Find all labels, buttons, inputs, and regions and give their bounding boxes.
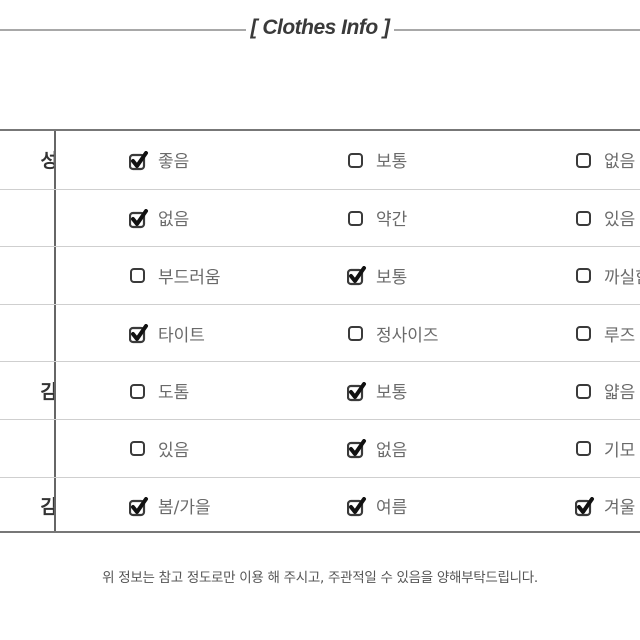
table-row: 없음 약간 있음 (0, 188, 640, 247)
checkbox-box (348, 326, 363, 342)
checkbox-box (348, 152, 363, 168)
row-label-text: 성 (40, 150, 54, 173)
checkbox-box (576, 210, 591, 226)
table-row: 성 좋음 보통 없음 (0, 131, 640, 189)
row-label (0, 190, 54, 247)
checkbox-empty-icon[interactable] (575, 151, 593, 169)
table-row: 감 봄/가을 여름 겨울 (0, 476, 640, 535)
checkbox-empty-icon[interactable] (347, 324, 365, 342)
option-unchecked[interactable]: 루즈 (575, 305, 635, 362)
option-label: 도톰 (158, 383, 190, 404)
option-unchecked[interactable]: 기모 (575, 420, 635, 477)
table-row: 감 도톰 보통 얇음 (0, 361, 640, 419)
option-label: 보통 (376, 152, 408, 173)
checkbox-checked-icon[interactable] (129, 324, 148, 344)
option-unchecked[interactable]: 없음 (575, 131, 635, 189)
option-checked[interactable]: 봄/가을 (129, 478, 211, 535)
clothes-info-table: 성좋음보통없음없음약간있음부드러움보통까실함타이트정사이즈루즈감도톰보통얇음있음… (0, 129, 640, 533)
checkbox-checked-icon[interactable] (129, 150, 148, 170)
table-row: 타이트 정사이즈 루즈 (0, 303, 640, 362)
title-divider-right (390, 29, 640, 31)
option-checked[interactable]: 없음 (347, 420, 407, 477)
row-label: 감 (0, 362, 54, 419)
row-label: 감 (0, 478, 54, 535)
disclaimer-note: 위 정보는 참고 정도로만 이용 해 주시고, 주관적일 수 있음을 양해부탁드… (102, 570, 538, 586)
checkbox-checked-icon[interactable] (347, 381, 366, 401)
section-title: [ Clothes Info ] (246, 16, 394, 40)
checkbox-box (130, 441, 145, 457)
checkbox-empty-icon[interactable] (575, 324, 593, 342)
option-label: 없음 (604, 152, 636, 173)
table-row: 있음 없음 기모 (0, 419, 640, 477)
row-label-text: 감 (40, 496, 54, 519)
option-label: 까실함 (604, 267, 640, 288)
checkbox-empty-icon[interactable] (347, 151, 365, 169)
option-unchecked[interactable]: 약간 (347, 190, 407, 247)
checkbox-box (576, 326, 591, 342)
option-checked[interactable]: 여름 (347, 478, 407, 535)
option-label: 약간 (376, 210, 408, 231)
checkbox-checked-icon[interactable] (129, 496, 148, 516)
option-checked[interactable]: 겨울 (575, 478, 635, 535)
title-divider-left (0, 29, 250, 31)
checkbox-empty-icon[interactable] (575, 439, 593, 457)
option-unchecked[interactable]: 정사이즈 (347, 305, 439, 362)
row-label (0, 420, 54, 477)
row-label-text: 감 (40, 381, 54, 404)
option-label: 루즈 (604, 325, 636, 346)
checkbox-empty-icon[interactable] (129, 266, 147, 284)
checkbox-box (576, 268, 591, 284)
row-label: 성 (0, 131, 54, 189)
checkbox-box (576, 383, 591, 399)
section-title-bar: [ Clothes Info ] (0, 14, 640, 46)
option-unchecked[interactable]: 있음 (129, 420, 189, 477)
option-checked[interactable]: 없음 (129, 190, 189, 247)
checkbox-empty-icon[interactable] (575, 209, 593, 227)
row-label (0, 305, 54, 362)
option-checked[interactable]: 보통 (347, 247, 407, 304)
checkbox-checked-icon[interactable] (347, 496, 366, 516)
option-unchecked[interactable]: 까실함 (575, 247, 640, 304)
checkbox-box (576, 152, 591, 168)
option-label: 기모 (604, 440, 636, 461)
option-label: 얇음 (604, 383, 636, 404)
option-label: 없음 (158, 210, 190, 231)
checkbox-checked-icon[interactable] (575, 496, 594, 516)
option-label: 여름 (376, 498, 408, 519)
option-unchecked[interactable]: 얇음 (575, 362, 635, 419)
checkbox-box (130, 268, 145, 284)
checkbox-checked-icon[interactable] (347, 439, 366, 459)
option-unchecked[interactable]: 부드러움 (129, 247, 221, 304)
option-checked[interactable]: 보통 (347, 362, 407, 419)
checkbox-empty-icon[interactable] (129, 439, 147, 457)
checkbox-empty-icon[interactable] (129, 382, 147, 400)
option-label: 보통 (376, 267, 408, 288)
option-label: 좋음 (158, 152, 190, 173)
checkbox-empty-icon[interactable] (347, 209, 365, 227)
checkbox-empty-icon[interactable] (575, 266, 593, 284)
checkbox-box (348, 210, 363, 226)
option-label: 정사이즈 (376, 325, 439, 346)
option-unchecked[interactable]: 도톰 (129, 362, 189, 419)
option-label: 겨울 (604, 498, 636, 519)
checkbox-checked-icon[interactable] (129, 208, 148, 228)
option-checked[interactable]: 타이트 (129, 305, 205, 362)
checkbox-empty-icon[interactable] (575, 382, 593, 400)
row-label (0, 247, 54, 304)
option-label: 봄/가을 (158, 498, 211, 519)
option-label: 없음 (376, 440, 408, 461)
option-checked[interactable]: 좋음 (129, 131, 189, 189)
table-row: 부드러움 보통 까실함 (0, 246, 640, 304)
option-label: 부드러움 (158, 267, 221, 288)
option-label: 타이트 (158, 325, 205, 346)
checkbox-checked-icon[interactable] (347, 266, 366, 286)
option-unchecked[interactable]: 있음 (575, 190, 635, 247)
checkbox-box (130, 383, 145, 399)
option-unchecked[interactable]: 보통 (347, 131, 407, 189)
option-label: 보통 (376, 383, 408, 404)
option-label: 있음 (604, 210, 636, 231)
option-label: 있음 (158, 440, 190, 461)
checkbox-box (576, 441, 591, 457)
